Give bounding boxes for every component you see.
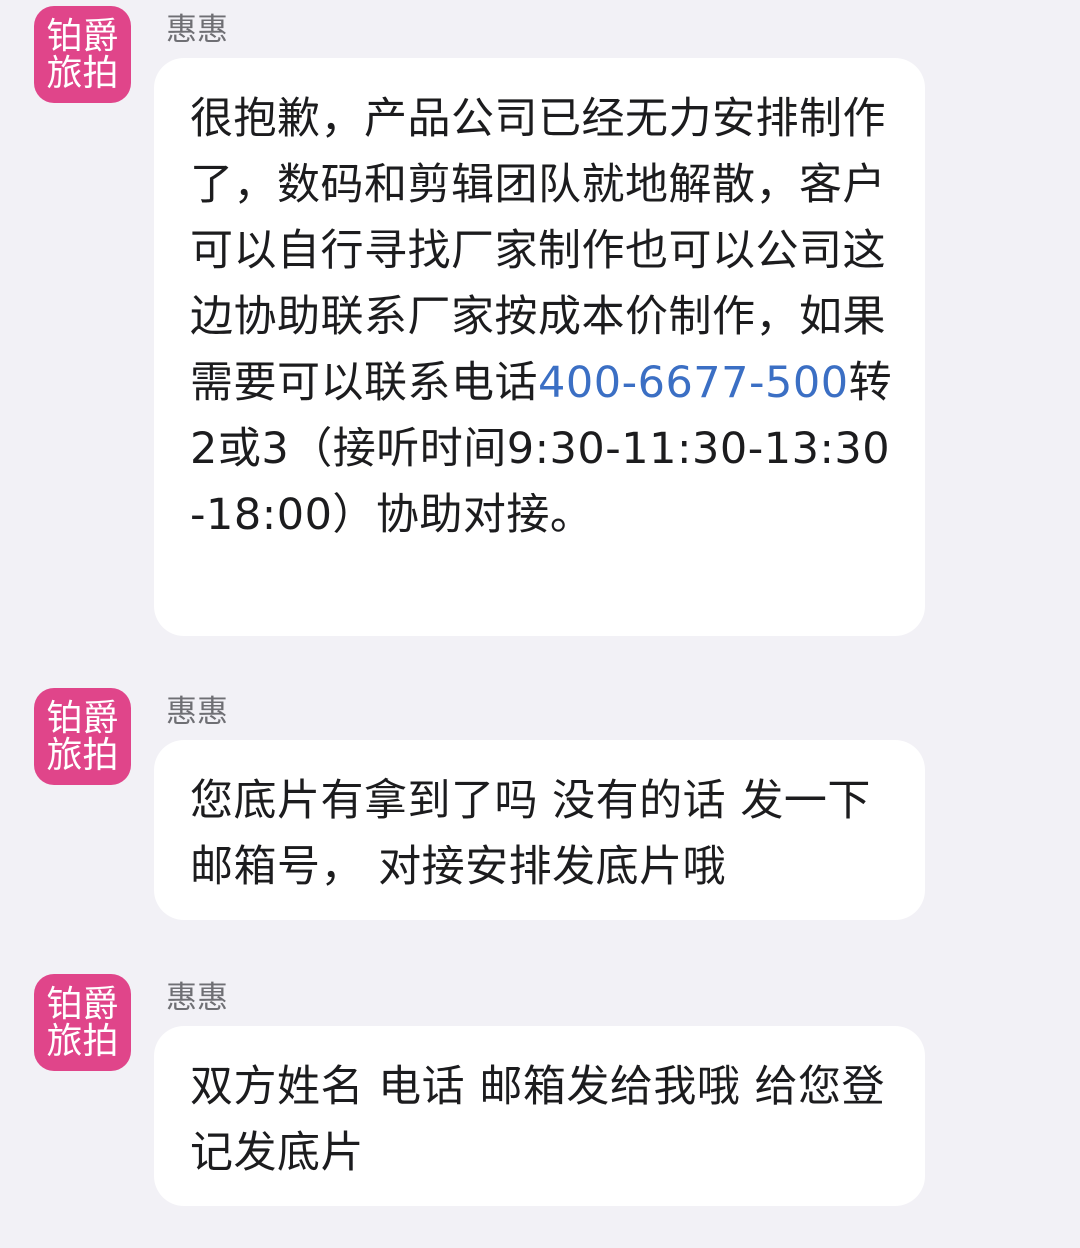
- avatar-text-line1: 铂爵: [46, 983, 119, 1025]
- message-bubble[interactable]: 很抱歉，产品公司已经无力安排制作了，数码和剪辑团队就地解散，客户可以自行寻找厂家…: [154, 58, 925, 636]
- avatar[interactable]: 铂爵 旅拍: [34, 974, 131, 1071]
- message-bubble[interactable]: 双方姓名 电话 邮箱发给我哦 给您登记发底片: [154, 1026, 925, 1206]
- message-text: 您底片有拿到了吗 没有的话 发一下邮箱号， 对接安排发底片哦: [190, 776, 871, 892]
- message-text: 很抱歉，产品公司已经无力安排制作了，数码和剪辑团队就地解散，客户可以自行寻找厂家…: [190, 86, 895, 548]
- avatar[interactable]: 铂爵 旅拍: [34, 688, 131, 785]
- avatar-text-line1: 铂爵: [46, 697, 119, 739]
- message-bubble[interactable]: 您底片有拿到了吗 没有的话 发一下邮箱号， 对接安排发底片哦: [154, 740, 925, 920]
- avatar-text-line1: 铂爵: [46, 15, 119, 57]
- phone-link[interactable]: 400-6677-500: [538, 358, 849, 408]
- sender-name: 惠惠: [166, 12, 228, 48]
- message-text: 双方姓名 电话 邮箱发给我哦 给您登记发底片: [190, 1062, 886, 1178]
- avatar-text-line2: 旅拍: [46, 1020, 119, 1062]
- avatar[interactable]: 铂爵 旅拍: [34, 6, 131, 103]
- sender-name: 惠惠: [166, 694, 228, 730]
- avatar-text-line2: 旅拍: [46, 734, 119, 776]
- sender-name: 惠惠: [166, 980, 228, 1016]
- chat-view: 铂爵 旅拍 惠惠 很抱歉，产品公司已经无力安排制作了，数码和剪辑团队就地解散，客…: [0, 0, 1080, 1248]
- avatar-text-line2: 旅拍: [46, 52, 119, 94]
